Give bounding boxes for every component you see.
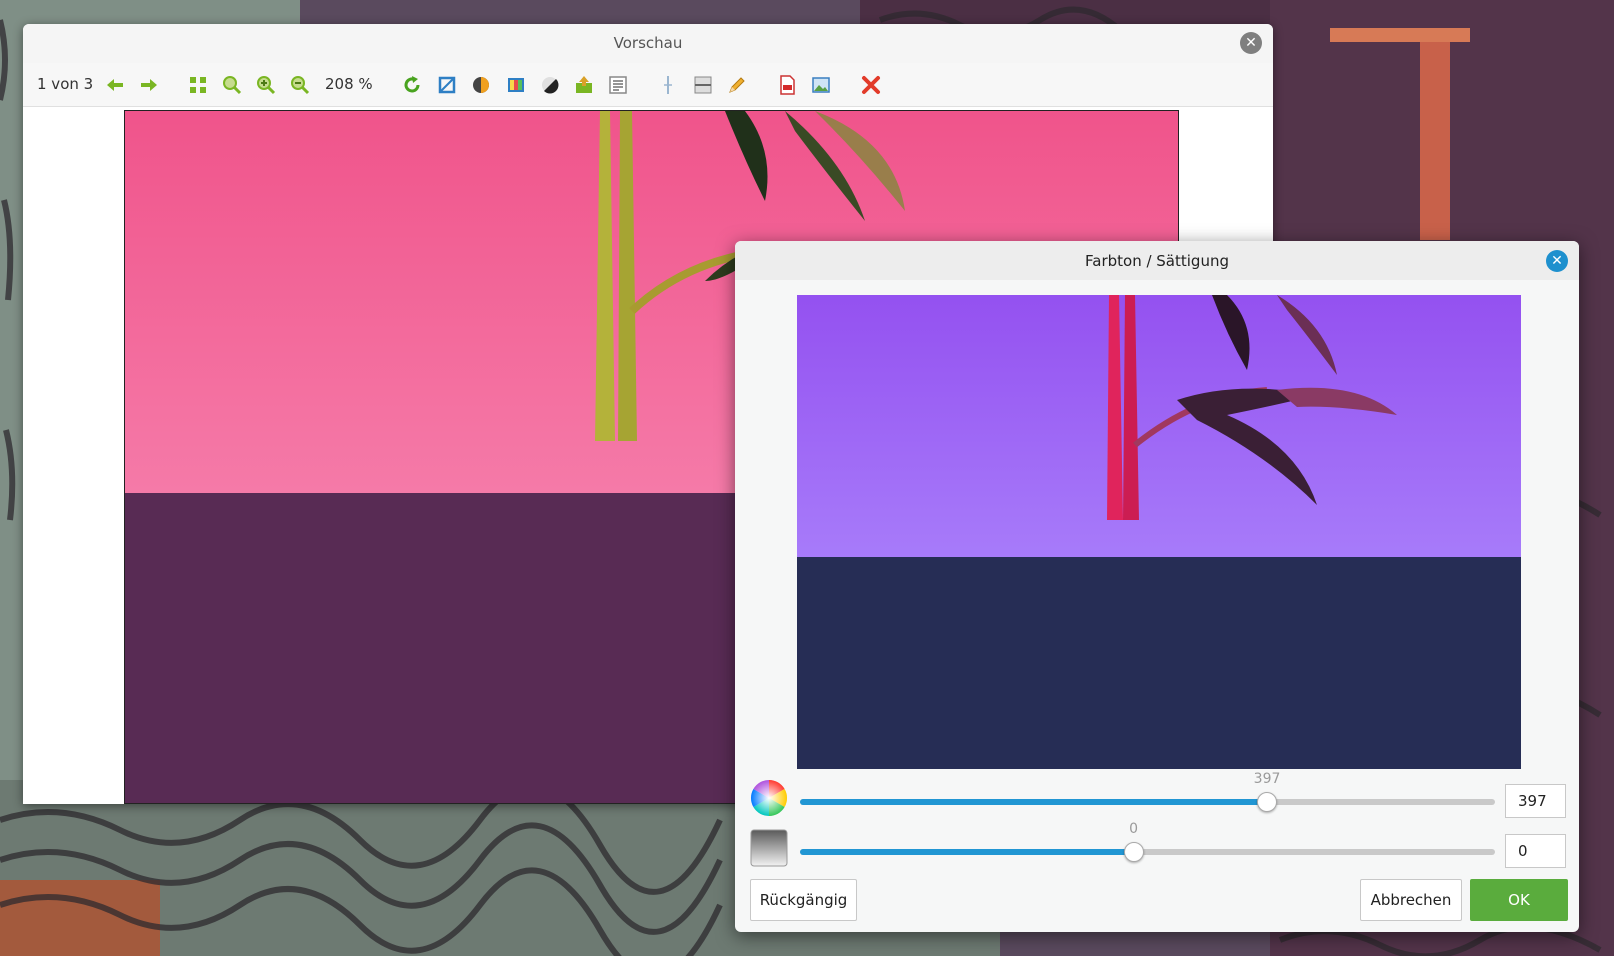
zoom-in-button[interactable] [254, 73, 278, 97]
hue-saturation-dialog: Farbton / Sättigung ✕ 397 397 0 0 Rückgä… [735, 241, 1579, 932]
vertical-split-button[interactable] [656, 73, 680, 97]
zoom-fit-button[interactable] [220, 73, 244, 97]
text-settings-button[interactable] [606, 73, 630, 97]
saturation-input[interactable]: 0 [1505, 834, 1566, 868]
brightness-contrast-icon [473, 77, 489, 93]
saturation-slider-fill [800, 849, 1134, 855]
horizontal-split-button[interactable] [691, 73, 715, 97]
zoom-out-button[interactable] [288, 73, 312, 97]
zoom-fit-icon [223, 76, 242, 95]
arrow-right-icon [141, 79, 157, 91]
hue-input[interactable]: 397 [1505, 784, 1566, 818]
crop-icon [438, 76, 456, 94]
hue-dialog-title: Farbton / Sättigung [1085, 252, 1229, 270]
preview-toolbar: 1 von 3 208 % [23, 63, 1273, 107]
pdf-icon [780, 75, 795, 95]
draw-button[interactable] [725, 73, 749, 97]
saturation-row: 0 0 [750, 821, 1566, 871]
image-icon [812, 77, 830, 93]
undo-button[interactable]: Rückgängig [750, 879, 857, 921]
hue-row: 397 397 [750, 771, 1566, 821]
zoom-in-icon [257, 76, 276, 95]
adjust-image-icon [576, 76, 592, 93]
saturation-gradient-icon [750, 829, 788, 867]
hue-value-label: 397 [1253, 771, 1281, 787]
invert-button[interactable] [538, 73, 562, 97]
rotate-icon [404, 76, 420, 93]
vertical-split-icon [664, 76, 672, 94]
close-icon: ✕ [1245, 35, 1257, 51]
color-wheel-icon [750, 780, 788, 816]
arrow-left-icon [107, 79, 123, 91]
brightness-contrast-button[interactable] [469, 73, 493, 97]
zoom-out-icon [291, 76, 310, 95]
rotate-button[interactable] [400, 73, 424, 97]
preview-close-button[interactable]: ✕ [1240, 32, 1262, 54]
hue-preview-photo [797, 295, 1521, 769]
saturation-slider[interactable] [800, 842, 1495, 862]
close-preview-button[interactable] [859, 73, 883, 97]
text-settings-icon [609, 76, 627, 94]
hue-preview-image [797, 295, 1521, 769]
next-page-button[interactable] [137, 73, 161, 97]
delete-icon [862, 76, 880, 94]
close-icon: ✕ [1551, 253, 1563, 269]
pencil-icon [729, 77, 745, 93]
color-adjust-button[interactable] [504, 73, 528, 97]
hue-dialog-close-button[interactable]: ✕ [1546, 250, 1568, 272]
page-indicator: 1 von 3 [37, 75, 94, 93]
export-pdf-button[interactable] [775, 73, 799, 97]
saturation-value-label: 0 [1129, 821, 1139, 837]
horizontal-split-icon [694, 76, 712, 94]
hue-slider-fill [800, 799, 1268, 805]
hue-dialog-titlebar: Farbton / Sättigung [735, 241, 1579, 280]
export-image-button[interactable] [809, 73, 833, 97]
color-palette-icon [508, 78, 524, 92]
saturation-slider-thumb[interactable] [1123, 842, 1144, 862]
hue-slider[interactable] [800, 792, 1495, 812]
crop-button[interactable] [435, 73, 459, 97]
fit-grid-icon [190, 77, 206, 93]
preview-titlebar: Vorschau [23, 24, 1273, 63]
zoom-level: 208 % [325, 75, 373, 93]
preview-window-title: Vorschau [613, 34, 683, 52]
fit-page-button[interactable] [186, 73, 210, 97]
ok-button[interactable]: OK [1470, 879, 1568, 921]
cancel-button[interactable]: Abbrechen [1360, 879, 1462, 921]
invert-icon [542, 77, 559, 94]
adjust-image-button[interactable] [572, 73, 596, 97]
previous-page-button[interactable] [103, 73, 127, 97]
hue-slider-thumb[interactable] [1257, 792, 1278, 812]
